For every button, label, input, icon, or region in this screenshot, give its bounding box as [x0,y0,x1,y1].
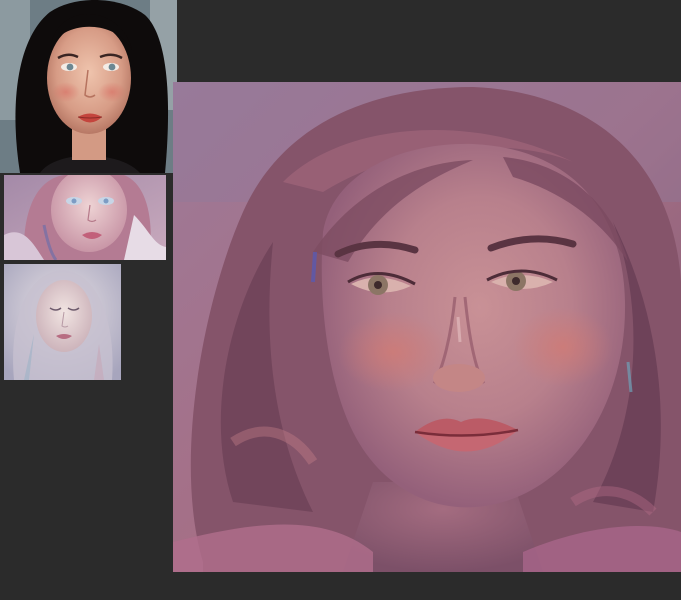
reference-photo-portrait[interactable] [0,0,177,173]
reference-painting-pale-image [4,264,121,380]
reference-painting-pale-portrait[interactable] [4,264,121,380]
main-painting-canvas[interactable] [173,82,681,572]
main-painting-image [173,82,681,572]
reference-painting-pink-image [4,175,166,260]
reference-photo-image [0,0,177,173]
painting-workspace: { "workspace": { "background": "#2b2b2b"… [0,0,681,600]
reference-painting-pink-portrait[interactable] [4,175,166,260]
